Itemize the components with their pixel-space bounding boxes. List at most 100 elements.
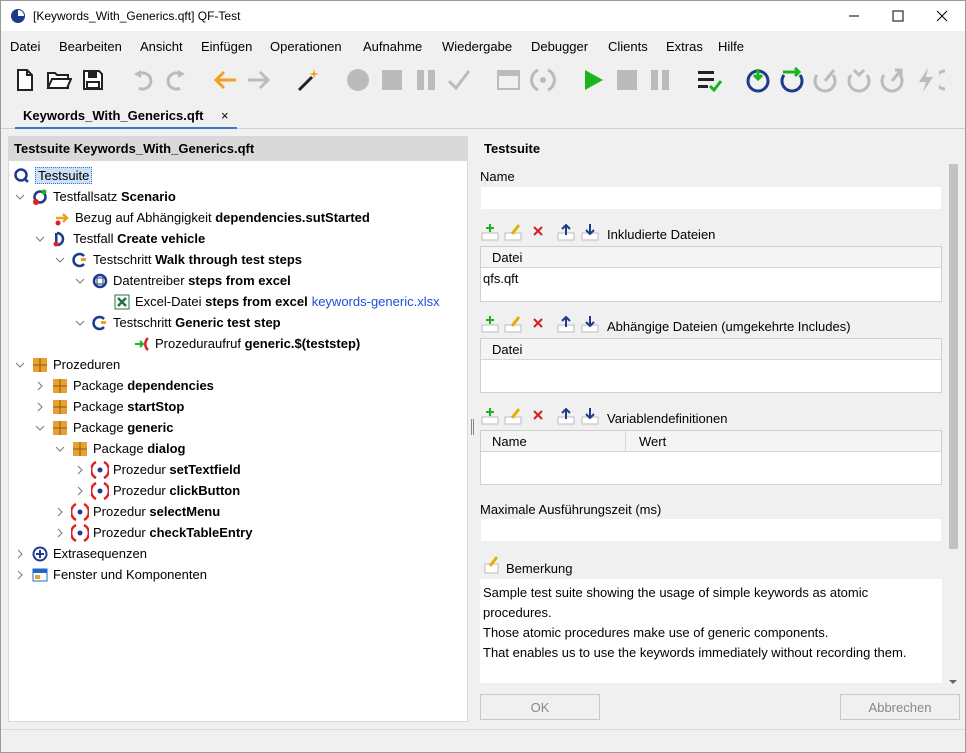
tree-node-proc-selectmenu[interactable]: Prozedur selectMenu bbox=[53, 501, 220, 522]
tree-node-teststep[interactable]: Testschritt Walk through test steps bbox=[53, 249, 302, 270]
chevron-right-icon[interactable] bbox=[15, 570, 25, 580]
ok-button[interactable]: OK bbox=[480, 694, 600, 720]
tree-node-generic-step[interactable]: Testschritt Generic test step bbox=[73, 312, 281, 333]
column-header-name[interactable]: Name bbox=[492, 434, 527, 449]
chevron-down-icon[interactable] bbox=[35, 423, 45, 433]
tree-node-procedure-call[interactable]: Prozeduraufruf generic.$(teststep) bbox=[133, 333, 360, 354]
step-over-icon[interactable] bbox=[777, 65, 807, 95]
cancel-button[interactable]: Abbrechen bbox=[840, 694, 960, 720]
chevron-down-icon[interactable] bbox=[15, 192, 25, 202]
menu-datei[interactable]: Datei bbox=[10, 39, 40, 54]
tab-testsuite-file[interactable]: Keywords_With_Generics.qft × bbox=[15, 103, 237, 129]
move-down-icon[interactable] bbox=[580, 314, 600, 334]
step-into-icon[interactable] bbox=[743, 65, 773, 95]
close-window-button[interactable] bbox=[919, 1, 965, 31]
menu-einfuegen[interactable]: Einfügen bbox=[201, 39, 252, 54]
chevron-down-icon[interactable] bbox=[75, 276, 85, 286]
move-up-icon[interactable] bbox=[556, 222, 576, 242]
menu-debugger[interactable]: Debugger bbox=[531, 39, 588, 54]
break-icon[interactable] bbox=[911, 65, 941, 95]
menu-clients[interactable]: Clients bbox=[608, 39, 648, 54]
table-row[interactable]: qfs.qft bbox=[481, 268, 941, 289]
skip-out-icon[interactable] bbox=[877, 65, 907, 95]
chevron-down-icon[interactable] bbox=[15, 360, 25, 370]
chevron-right-icon[interactable] bbox=[35, 381, 45, 391]
new-file-icon[interactable] bbox=[10, 65, 40, 95]
minimize-button[interactable] bbox=[831, 1, 877, 31]
tree-node-proc-clickbutton[interactable]: Prozedur clickButton bbox=[73, 480, 240, 501]
stop-icon[interactable] bbox=[612, 65, 642, 95]
tree-node-proc-checktableentry[interactable]: Prozedur checkTableEntry bbox=[53, 522, 252, 543]
column-header-wert[interactable]: Wert bbox=[639, 434, 666, 449]
chevron-right-icon[interactable] bbox=[55, 528, 65, 538]
edit-icon[interactable] bbox=[503, 222, 523, 242]
scroll-down-icon[interactable] bbox=[949, 678, 957, 686]
forward-arrow-icon[interactable] bbox=[244, 65, 274, 95]
chevron-right-icon[interactable] bbox=[15, 549, 25, 559]
tree-node-scenario[interactable]: Testfallsatz Scenario bbox=[13, 186, 176, 207]
name-field[interactable] bbox=[480, 186, 942, 210]
menu-bearbeiten[interactable]: Bearbeiten bbox=[59, 39, 122, 54]
timeout-field[interactable] bbox=[480, 518, 942, 542]
tree-root[interactable]: Testsuite bbox=[13, 165, 93, 186]
tree-node-dependency[interactable]: Bezug auf Abhängigkeit dependencies.sutS… bbox=[53, 207, 370, 228]
add-icon[interactable] bbox=[480, 222, 500, 242]
tree-node-package-generic[interactable]: Package generic bbox=[33, 417, 173, 438]
tree-node-testcase[interactable]: Testfall Create vehicle bbox=[33, 228, 205, 249]
remark-textarea[interactable]: Sample test suite showing the usage of s… bbox=[480, 579, 942, 683]
run-log-icon[interactable] bbox=[694, 65, 724, 95]
chevron-right-icon[interactable] bbox=[75, 486, 85, 496]
add-icon[interactable] bbox=[480, 406, 500, 426]
table-header-datei[interactable]: Datei bbox=[481, 339, 941, 360]
chevron-right-icon[interactable] bbox=[35, 402, 45, 412]
chevron-down-icon[interactable] bbox=[55, 444, 65, 454]
table-header-datei[interactable]: Datei bbox=[481, 247, 941, 268]
check-icon[interactable] bbox=[444, 65, 474, 95]
chevron-right-icon[interactable] bbox=[55, 507, 65, 517]
panel-splitter[interactable] bbox=[471, 419, 474, 435]
magic-wand-icon[interactable] bbox=[293, 65, 323, 95]
vertical-scrollbar[interactable] bbox=[947, 146, 959, 686]
record-icon[interactable] bbox=[343, 65, 373, 95]
move-down-icon[interactable] bbox=[580, 222, 600, 242]
menu-operationen[interactable]: Operationen bbox=[270, 39, 342, 54]
edit-icon[interactable] bbox=[503, 406, 523, 426]
menu-ansicht[interactable]: Ansicht bbox=[140, 39, 183, 54]
menu-hilfe[interactable]: Hilfe bbox=[718, 39, 744, 54]
save-icon[interactable] bbox=[78, 65, 108, 95]
tree-node-proc-settextfield[interactable]: Prozedur setTextfield bbox=[73, 459, 241, 480]
step-out-icon[interactable] bbox=[810, 65, 840, 95]
dependent-files-table[interactable]: Datei bbox=[480, 338, 942, 393]
window-component-icon[interactable] bbox=[494, 65, 524, 95]
excel-file-link[interactable]: keywords-generic.xlsx bbox=[312, 294, 440, 309]
menu-aufnahme[interactable]: Aufnahme bbox=[363, 39, 422, 54]
scrollbar-thumb[interactable] bbox=[949, 164, 958, 549]
delete-icon[interactable] bbox=[528, 406, 548, 426]
tree-node-datadriver[interactable]: Datentreiber steps from excel bbox=[73, 270, 291, 291]
menu-extras[interactable]: Extras bbox=[666, 39, 703, 54]
open-folder-icon[interactable] bbox=[44, 65, 74, 95]
more-toolbar-icon[interactable] bbox=[939, 65, 965, 95]
move-down-icon[interactable] bbox=[580, 406, 600, 426]
tree-node-package-dependencies[interactable]: Package dependencies bbox=[33, 375, 214, 396]
chevron-right-icon[interactable] bbox=[75, 465, 85, 475]
procedure-record-icon[interactable] bbox=[528, 65, 558, 95]
delete-icon[interactable] bbox=[528, 222, 548, 242]
tree-node-package-startstop[interactable]: Package startStop bbox=[33, 396, 184, 417]
tree-node-windows-components[interactable]: Fenster und Komponenten bbox=[13, 564, 207, 585]
pause-record-icon[interactable] bbox=[411, 65, 441, 95]
menu-wiedergabe[interactable]: Wiedergabe bbox=[442, 39, 512, 54]
delete-icon[interactable] bbox=[528, 314, 548, 334]
stop-record-icon[interactable] bbox=[377, 65, 407, 95]
tree-node-package-dialog[interactable]: Package dialog bbox=[53, 438, 186, 459]
pause-icon[interactable] bbox=[645, 65, 675, 95]
move-up-icon[interactable] bbox=[556, 406, 576, 426]
variables-table[interactable]: Name Wert bbox=[480, 430, 942, 485]
edit-icon[interactable] bbox=[503, 314, 523, 334]
chevron-down-icon[interactable] bbox=[55, 255, 65, 265]
included-files-table[interactable]: Datei qfs.qft bbox=[480, 246, 942, 302]
tab-close-icon[interactable]: × bbox=[221, 108, 229, 123]
add-icon[interactable] bbox=[480, 314, 500, 334]
redo-icon[interactable] bbox=[161, 65, 191, 95]
undo-icon[interactable] bbox=[128, 65, 158, 95]
